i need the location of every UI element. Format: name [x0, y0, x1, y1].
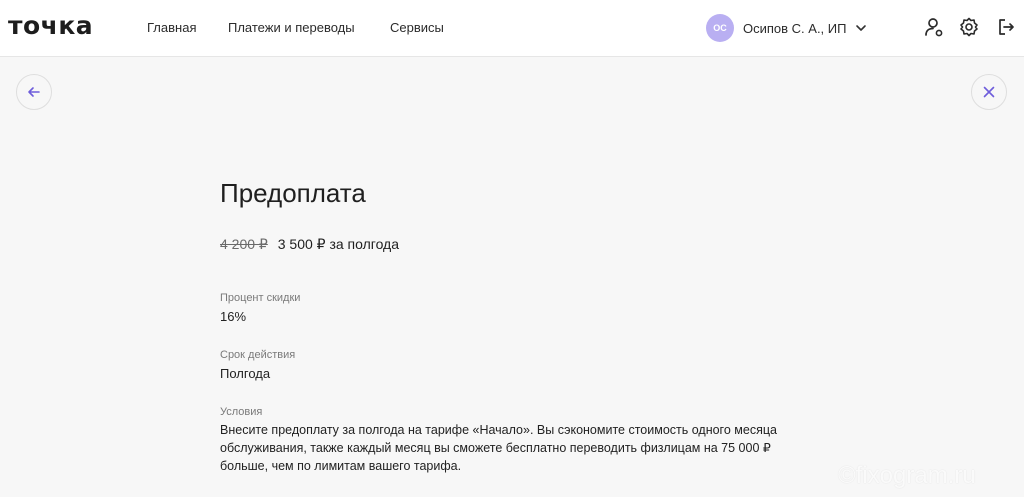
new-price: 3 500 ₽ за полгода — [277, 236, 400, 252]
old-price: 4 200 ₽ — [220, 236, 268, 252]
term-label: Срок действия — [220, 349, 296, 361]
brand-logo[interactable]: точка — [8, 11, 93, 40]
user-account-menu[interactable]: ОС Осипов С. А., ИП — [706, 14, 867, 42]
avatar: ОС — [706, 14, 734, 42]
conditions-label: Условия — [220, 406, 263, 418]
page-title: Предоплата — [220, 178, 366, 208]
price-row: 4 200 ₽ 3 500 ₽ за полгода — [220, 236, 399, 253]
back-button[interactable] — [16, 74, 52, 110]
nav-item-payments[interactable]: Платежи и переводы — [228, 20, 355, 35]
term-value: Полгода — [220, 366, 271, 381]
user-gear-icon[interactable] — [922, 15, 946, 39]
arrow-left-icon — [26, 84, 42, 100]
close-button[interactable] — [971, 74, 1007, 110]
settings-gear-icon[interactable] — [957, 15, 981, 39]
conditions-text: Внесите предоплату за полгода на тарифе … — [220, 423, 777, 473]
watermark: ©fixogram.ru — [838, 462, 976, 489]
nav-item-services[interactable]: Сервисы — [390, 20, 444, 35]
close-icon — [981, 84, 997, 100]
logout-icon[interactable] — [994, 15, 1018, 39]
top-header: точка Главная Платежи и переводы Сервисы… — [0, 0, 1024, 57]
nav-item-home[interactable]: Главная — [147, 20, 196, 35]
user-name: Осипов С. А., ИП — [743, 20, 847, 36]
discount-label: Процент скидки — [220, 292, 301, 304]
chevron-down-icon — [855, 22, 867, 34]
discount-value: 16% — [220, 309, 247, 324]
